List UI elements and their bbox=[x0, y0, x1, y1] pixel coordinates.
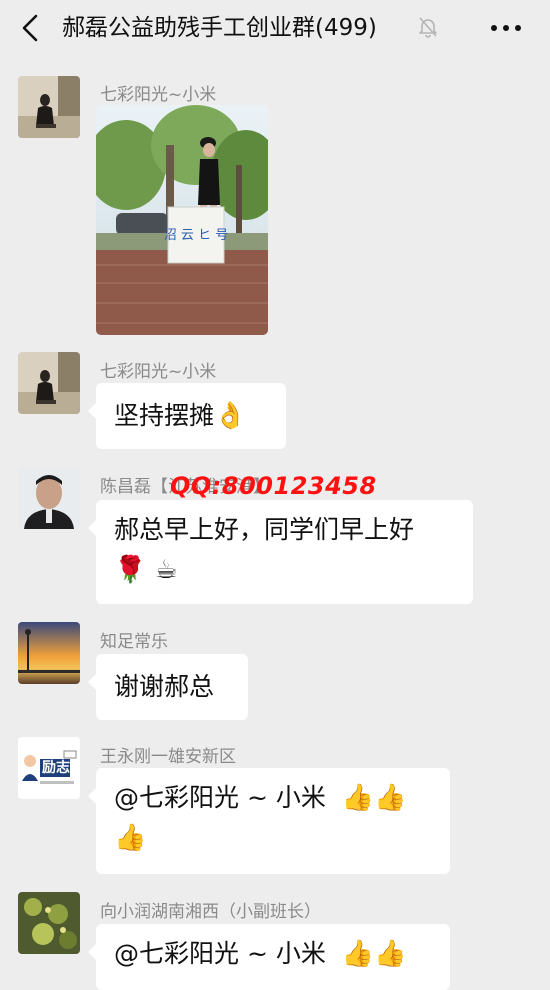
message-text: 坚持摆摊 bbox=[114, 401, 215, 430]
svg-text:沼 云 ヒ 号: 沼 云 ヒ 号 bbox=[164, 228, 228, 243]
sender-name: 七彩阳光~小米 bbox=[100, 85, 217, 105]
message-text: @七彩阳光 ~ 小米 bbox=[114, 783, 326, 812]
message-bubble[interactable]: 谢谢郝总 bbox=[88, 654, 248, 720]
sender-name: 王永刚一雄安新区 bbox=[100, 747, 236, 767]
avatar[interactable] bbox=[18, 892, 80, 954]
sender-name: 知足常乐 bbox=[100, 632, 168, 652]
message-text: 郝总早上好，同学们早上好 bbox=[114, 515, 415, 544]
message-bubble[interactable]: 郝总早上好，同学们早上好 🌹 ☕ bbox=[88, 500, 473, 604]
chat-header: 郝磊公益助残手工创业群(499) bbox=[0, 0, 550, 58]
avatar[interactable] bbox=[18, 352, 80, 414]
avatar[interactable] bbox=[18, 467, 80, 529]
ok-hand-emoji: 👌 bbox=[214, 401, 247, 431]
message-text: @七彩阳光 ~ 小米 bbox=[114, 939, 326, 968]
qq-watermark: QQ:800123458 bbox=[170, 472, 377, 500]
message-text: 谢谢郝总 bbox=[114, 672, 215, 701]
message-bubble[interactable]: 坚持摆摊👌 bbox=[88, 383, 286, 449]
message-bubble[interactable]: @七彩阳光 ~ 小米 👍👍 👍 bbox=[88, 768, 450, 874]
chat-title: 郝磊公益助残手工创业群(499) bbox=[62, 15, 377, 41]
avatar[interactable] bbox=[18, 622, 80, 684]
avatar[interactable]: 励志 bbox=[18, 737, 80, 799]
sender-name: 七彩阳光~小米 bbox=[100, 362, 217, 382]
image-message[interactable]: 沼 云 ヒ 号 bbox=[96, 105, 268, 335]
avatar[interactable] bbox=[18, 76, 80, 138]
thumbs-up-emoji: 👍👍 bbox=[341, 939, 407, 969]
bell-muted-icon bbox=[419, 17, 437, 38]
thumbs-up-emoji: 👍 bbox=[114, 823, 147, 853]
rose-coffee-emoji: 🌹 ☕ bbox=[114, 555, 178, 585]
avatar-label: 励志 bbox=[42, 760, 70, 776]
more-dots-icon[interactable] bbox=[488, 14, 524, 42]
message-bubble[interactable]: @七彩阳光 ~ 小米 👍👍 bbox=[88, 924, 450, 990]
sender-name: 向小润湖南湘西（小副班长） bbox=[100, 902, 321, 922]
thumbs-up-emoji: 👍👍 bbox=[341, 783, 407, 813]
chevron-left-icon[interactable] bbox=[16, 12, 46, 44]
